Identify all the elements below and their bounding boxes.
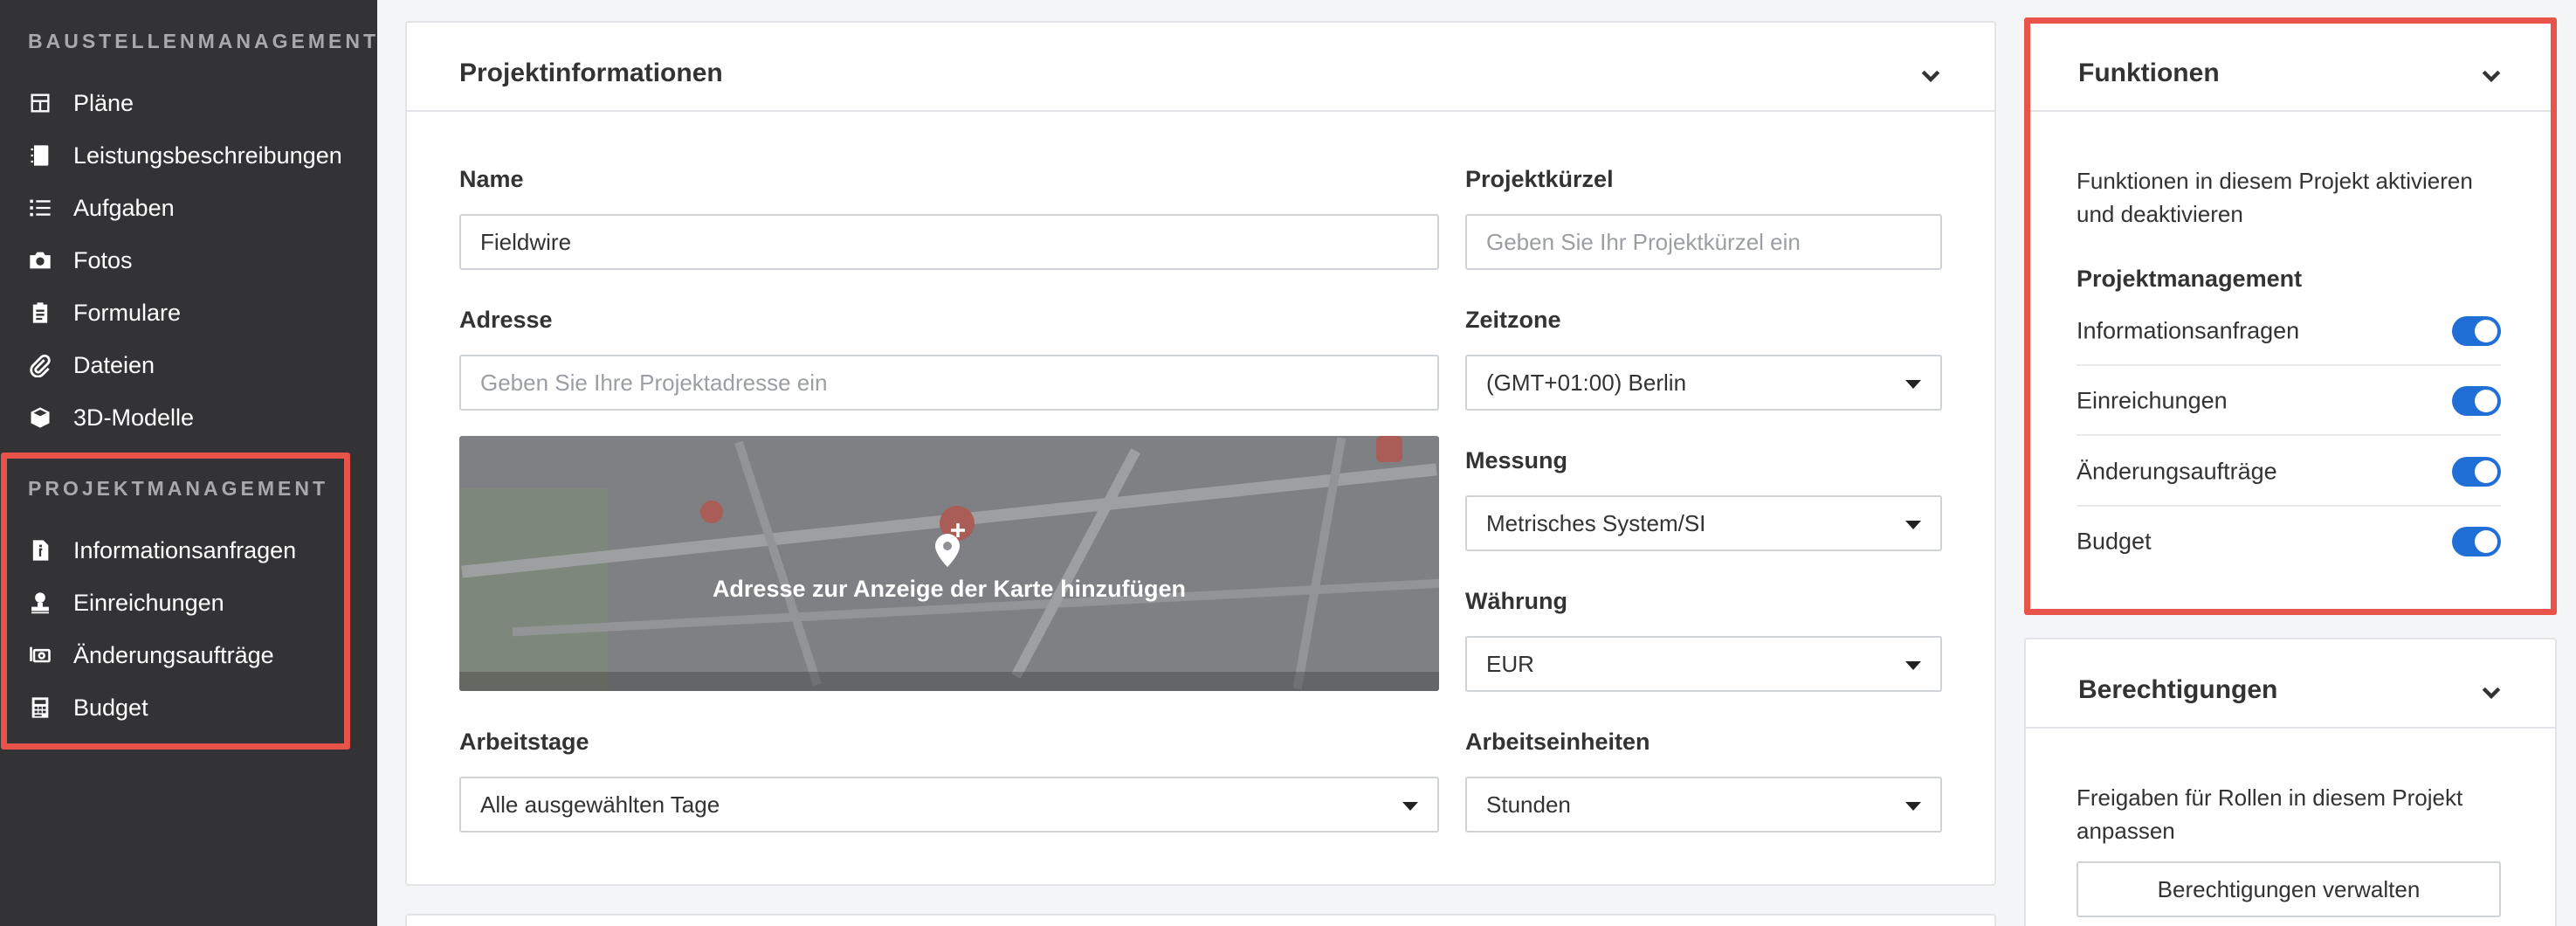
chevron-down-icon[interactable] bbox=[2478, 679, 2504, 705]
clipboard-icon bbox=[28, 301, 52, 325]
permissions-header[interactable]: Berechtigungen bbox=[2026, 639, 2555, 729]
caret-down-icon bbox=[1905, 521, 1921, 529]
map-hint-text: Adresse zur Anzeige der Karte hinzufügen bbox=[712, 576, 1187, 602]
kuerzel-label: Projektkürzel bbox=[1465, 166, 1614, 192]
add-location-icon bbox=[930, 522, 968, 570]
next-card bbox=[405, 914, 1996, 926]
workdays-label: Arbeitstage bbox=[459, 729, 589, 755]
kuerzel-field[interactable]: Geben Sie Ihr Projektkürzel ein bbox=[1465, 214, 1942, 270]
camera-icon bbox=[28, 248, 52, 273]
sidebar-item-label: 3D-Modelle bbox=[73, 404, 195, 431]
workdays-select[interactable]: Alle ausgewählten Tage bbox=[459, 777, 1439, 833]
sidebar-item-label: Leistungsbeschreibungen bbox=[73, 142, 342, 169]
timezone-select[interactable]: (GMT+01:00) Berlin bbox=[1465, 355, 1942, 411]
sidebar-item-label: Dateien bbox=[73, 351, 155, 378]
sidebar-item-label: Aufgaben bbox=[73, 194, 175, 221]
sidebar-item-aufgaben[interactable]: Aufgaben bbox=[28, 189, 175, 227]
sidebar: BAUSTELLENMANAGEMENT Pläne Leistungsbesc… bbox=[0, 0, 377, 926]
measure-select[interactable]: Metrisches System/SI bbox=[1465, 495, 1942, 551]
workunits-select[interactable]: Stunden bbox=[1465, 777, 1942, 833]
address-label: Adresse bbox=[459, 307, 553, 333]
currency-label: Währung bbox=[1465, 588, 1567, 614]
plans-icon bbox=[28, 91, 52, 115]
permissions-description: Freigaben für Rollen in diesem Projekt a… bbox=[2077, 784, 2463, 844]
name-field[interactable]: Fieldwire bbox=[459, 214, 1439, 270]
notebook-icon bbox=[28, 143, 52, 168]
paperclip-icon bbox=[28, 353, 52, 377]
address-field[interactable]: Geben Sie Ihre Projektadresse ein bbox=[459, 355, 1439, 411]
map-placeholder[interactable]: Adresse zur Anzeige der Karte hinzufügen bbox=[459, 436, 1439, 691]
timezone-value: (GMT+01:00) Berlin bbox=[1486, 369, 1687, 396]
workdays-value: Alle ausgewählten Tage bbox=[480, 791, 720, 818]
highlight-projektmanagement-nav bbox=[1, 453, 350, 750]
measure-value: Metrisches System/SI bbox=[1486, 509, 1706, 536]
sidebar-item-leistungsbeschreibungen[interactable]: Leistungsbeschreibungen bbox=[28, 136, 342, 175]
measure-label: Messung bbox=[1465, 447, 1568, 473]
sidebar-item-label: Pläne bbox=[73, 89, 134, 116]
chevron-down-icon[interactable] bbox=[1918, 62, 1944, 88]
currency-select[interactable]: EUR bbox=[1465, 636, 1942, 692]
workunits-label: Arbeitseinheiten bbox=[1465, 729, 1650, 755]
sidebar-item-3d-modelle[interactable]: 3D-Modelle bbox=[28, 398, 194, 437]
sidebar-item-plaene[interactable]: Pläne bbox=[28, 84, 134, 122]
sidebar-item-formulare[interactable]: Formulare bbox=[28, 294, 181, 332]
caret-down-icon bbox=[1905, 380, 1921, 389]
workunits-value: Stunden bbox=[1486, 791, 1571, 818]
sidebar-item-label: Fotos bbox=[73, 246, 133, 273]
cube-icon bbox=[28, 405, 52, 430]
section-heading-baustellenmanagement: BAUSTELLENMANAGEMENT bbox=[28, 30, 379, 52]
sidebar-item-label: Formulare bbox=[73, 299, 182, 326]
list-icon bbox=[28, 196, 52, 220]
manage-permissions-button[interactable]: Berechtigungen verwalten bbox=[2077, 861, 2501, 917]
timezone-label: Zeitzone bbox=[1465, 307, 1561, 333]
sidebar-item-fotos[interactable]: Fotos bbox=[28, 241, 133, 280]
caret-down-icon bbox=[1905, 802, 1921, 811]
currency-value: EUR bbox=[1486, 650, 1534, 677]
name-label: Name bbox=[459, 166, 524, 192]
sidebar-item-dateien[interactable]: Dateien bbox=[28, 346, 155, 384]
map-footer bbox=[459, 672, 1439, 691]
caret-down-icon bbox=[1402, 802, 1418, 811]
project-info-title: Projektinformationen bbox=[459, 59, 723, 87]
caret-down-icon bbox=[1905, 661, 1921, 670]
highlight-functions-card bbox=[2024, 17, 2557, 615]
permissions-title: Berechtigungen bbox=[2078, 675, 2278, 704]
project-info-header[interactable]: Projektinformationen bbox=[407, 23, 1994, 112]
